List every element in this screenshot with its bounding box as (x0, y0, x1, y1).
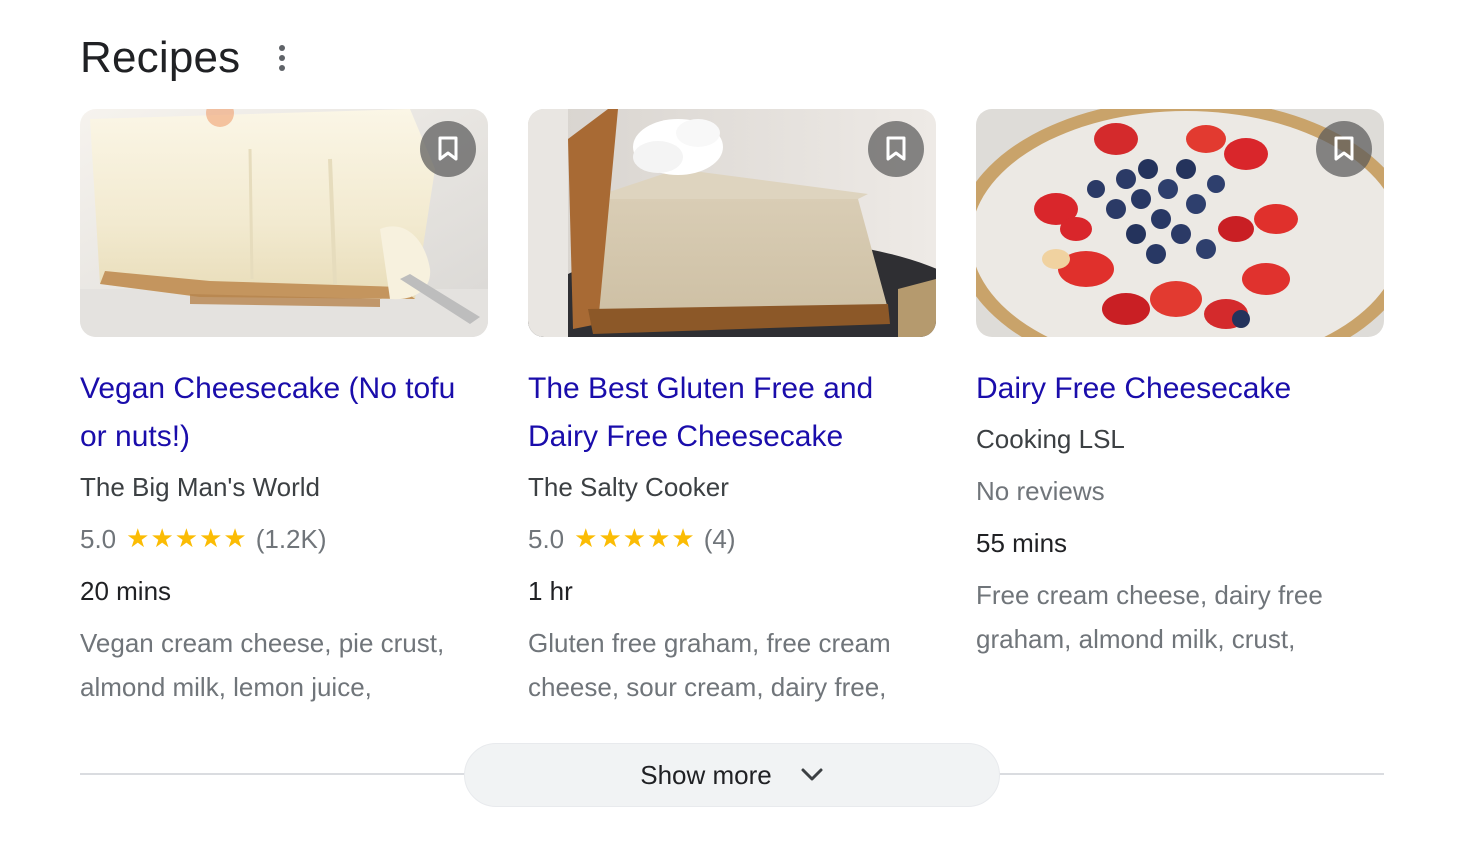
recipe-cards: Vegan Cheesecake (No tofu or nuts!) The … (80, 109, 1384, 709)
recipe-source: The Big Man's World (80, 472, 321, 502)
star-icon: ★ (126, 524, 151, 554)
review-count: (4) (703, 524, 736, 554)
bookmark-button[interactable] (1316, 121, 1372, 177)
recipe-card[interactable]: Dairy Free Cheesecake Cooking LSL No rev… (976, 109, 1384, 709)
recipe-title[interactable]: Dairy Free Cheesecake (976, 365, 1384, 413)
star-icon: ★ (671, 524, 696, 554)
cook-time: 20 mins (80, 576, 172, 606)
more-vert-icon[interactable] (272, 38, 292, 78)
star-rating: ★ ★ ★ ★ ★ (126, 517, 248, 561)
star-icon: ★ (174, 524, 200, 554)
cook-time: 1 hr (528, 576, 573, 606)
star-icon: ★ (647, 524, 672, 554)
bookmark-icon (886, 136, 906, 161)
recipe-title[interactable]: The Best Gluten Free and Dairy Free Chee… (528, 365, 936, 461)
review-count: (1.2K) (255, 524, 327, 554)
recipes-header: Recipes (80, 28, 292, 88)
rating-value: 5.0 (528, 524, 565, 554)
ingredients: Gluten free graham, free cream cheese, s… (528, 628, 891, 702)
cook-time: 55 mins (976, 528, 1068, 558)
bookmark-button[interactable] (868, 121, 924, 177)
rating-value: 5.0 (80, 524, 117, 554)
star-icon: ★ (598, 524, 623, 554)
star-icon: ★ (199, 524, 224, 554)
chevron-down-icon (801, 768, 823, 781)
recipe-source: Cooking LSL (976, 424, 1125, 454)
show-more-button[interactable]: Show more (464, 743, 1000, 807)
recipes-module: Recipes Vegan Cheesecake (No tofu or nut… (0, 0, 1470, 858)
rating-row: 5.0 ★ ★ ★ ★ ★ (4) (528, 517, 936, 561)
divider (995, 773, 1384, 775)
recipe-source: The Salty Cooker (528, 472, 729, 502)
bookmark-icon (1334, 136, 1354, 161)
ingredients: Free cream cheese, dairy free graham, al… (976, 580, 1323, 654)
bookmark-icon (438, 136, 458, 161)
section-title: Recipes (80, 33, 241, 82)
recipe-image[interactable] (976, 109, 1384, 337)
star-icon: ★ (223, 524, 248, 554)
recipe-card[interactable]: The Best Gluten Free and Dairy Free Chee… (528, 109, 936, 709)
divider (80, 773, 470, 775)
no-reviews-label: No reviews (976, 476, 1105, 506)
show-more-label: Show more (640, 759, 772, 790)
recipe-title[interactable]: Vegan Cheesecake (No tofu or nuts!) (80, 365, 488, 461)
bookmark-button[interactable] (420, 121, 476, 177)
recipe-image[interactable] (528, 109, 936, 337)
recipe-image[interactable] (80, 109, 488, 337)
recipe-card[interactable]: Vegan Cheesecake (No tofu or nuts!) The … (80, 109, 488, 709)
ingredients: Vegan cream cheese, pie crust, almond mi… (80, 628, 445, 702)
star-icon: ★ (622, 524, 648, 554)
star-icon: ★ (150, 524, 175, 554)
star-icon: ★ (574, 524, 599, 554)
star-rating: ★ ★ ★ ★ ★ (574, 517, 696, 561)
rating-row: 5.0 ★ ★ ★ ★ ★ (1.2K) (80, 517, 488, 561)
